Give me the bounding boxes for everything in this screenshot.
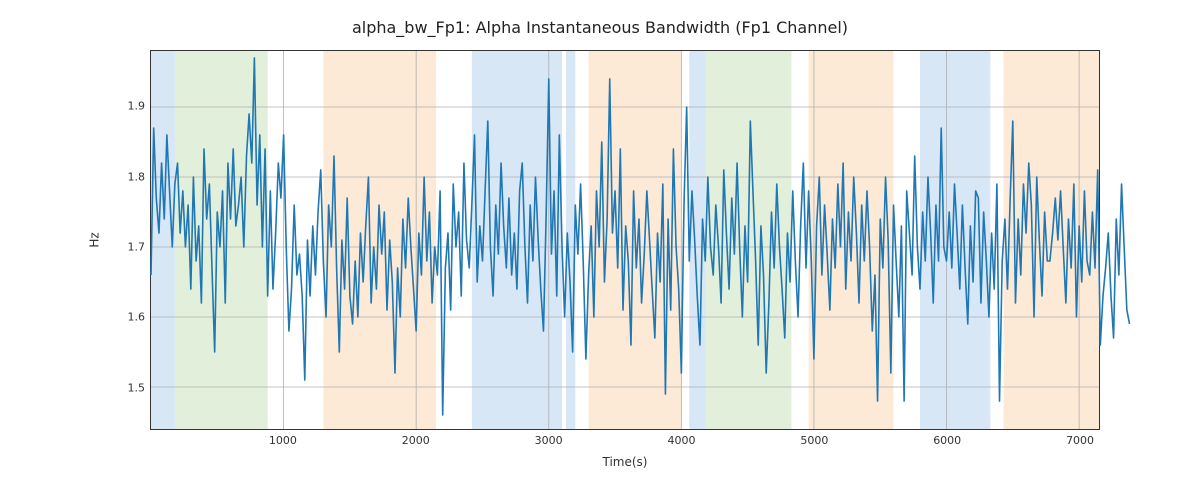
y-tick: 1.9: [105, 100, 145, 113]
chart-title: alpha_bw_Fp1: Alpha Instantaneous Bandwi…: [0, 18, 1200, 37]
x-axis-label: Time(s): [150, 455, 1100, 469]
x-tick: 6000: [922, 434, 972, 447]
x-tick: 3000: [524, 434, 574, 447]
plot-area: [150, 50, 1100, 430]
plot-svg: [151, 51, 1099, 429]
x-tick: 1000: [258, 434, 308, 447]
x-tick: 4000: [656, 434, 706, 447]
x-tick: 5000: [789, 434, 839, 447]
y-tick: 1.7: [105, 241, 145, 254]
y-axis-label: Hz: [85, 50, 105, 430]
figure: alpha_bw_Fp1: Alpha Instantaneous Bandwi…: [0, 0, 1200, 500]
y-tick: 1.6: [105, 311, 145, 324]
x-tick: 2000: [391, 434, 441, 447]
y-tick: 1.5: [105, 381, 145, 394]
y-tick: 1.8: [105, 170, 145, 183]
x-tick: 7000: [1055, 434, 1105, 447]
